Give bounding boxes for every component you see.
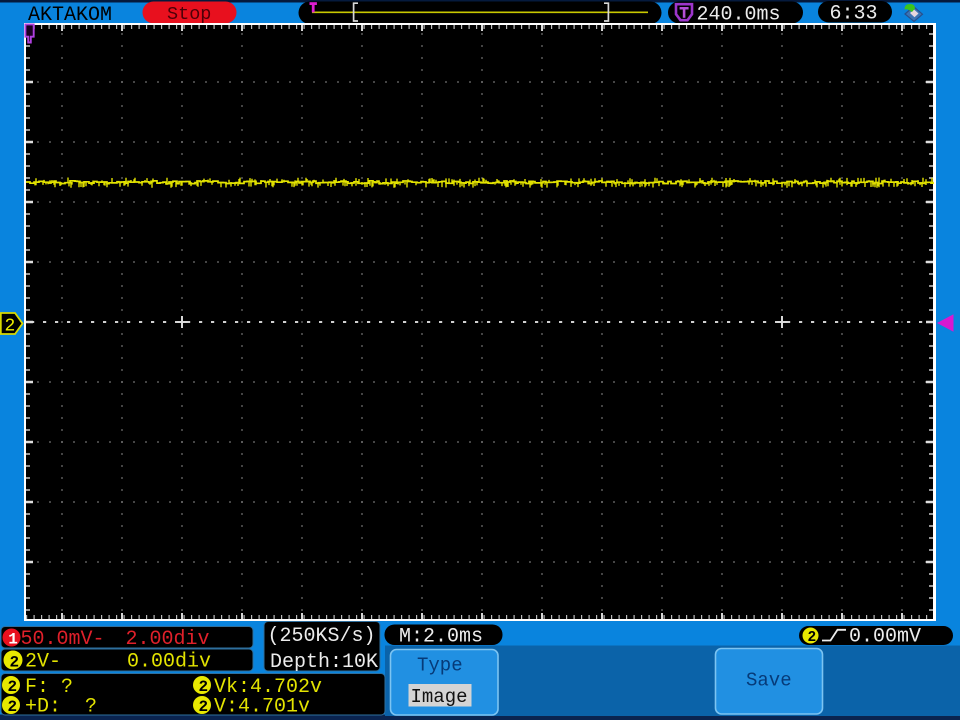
svg-text:2: 2 xyxy=(5,317,16,337)
svg-text:2V-: 2V- xyxy=(25,651,61,674)
svg-text:2: 2 xyxy=(199,678,209,696)
svg-text:V:4.701v: V:4.701v xyxy=(214,696,310,719)
svg-text:2: 2 xyxy=(199,698,209,716)
svg-text:2: 2 xyxy=(8,698,18,716)
svg-text:0.00mV: 0.00mV xyxy=(849,626,921,649)
svg-text:+D:: +D: xyxy=(25,696,61,719)
svg-text:M:2.0ms: M:2.0ms xyxy=(399,626,483,649)
svg-text:2: 2 xyxy=(8,678,18,696)
svg-text:Save: Save xyxy=(746,670,792,692)
svg-text:2: 2 xyxy=(10,654,20,672)
svg-text:(250KS/s): (250KS/s) xyxy=(268,625,376,648)
svg-text:2.00div: 2.00div xyxy=(126,628,210,651)
svg-text:Image: Image xyxy=(411,686,468,708)
svg-text:50.0mV-: 50.0mV- xyxy=(21,628,105,651)
svg-text:1: 1 xyxy=(8,631,18,649)
svg-text:Stop: Stop xyxy=(167,4,211,25)
svg-text:0.00div: 0.00div xyxy=(127,651,211,674)
svg-text:?: ? xyxy=(85,696,97,719)
svg-text:Depth:10K: Depth:10K xyxy=(270,651,378,674)
svg-text:Type: Type xyxy=(417,655,463,677)
svg-text:6:33: 6:33 xyxy=(830,3,878,26)
svg-text:2: 2 xyxy=(808,630,817,646)
